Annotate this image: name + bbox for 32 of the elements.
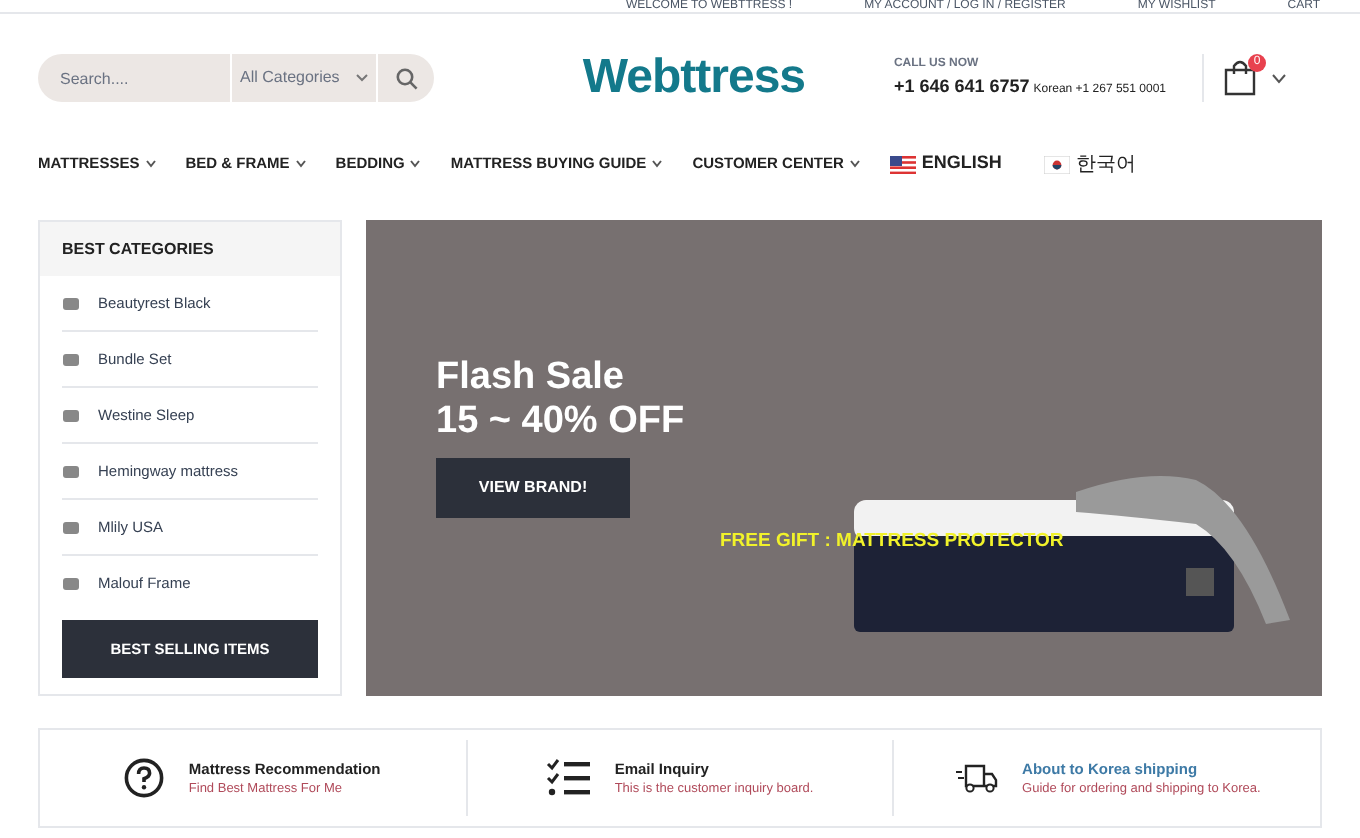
banner-title: Flash Sale [436, 356, 626, 400]
checklist-icon [546, 758, 591, 798]
search-button[interactable] [376, 54, 434, 102]
brand-logo-icon [62, 463, 80, 479]
search-field[interactable]: Search.... [38, 54, 230, 102]
question-icon [124, 758, 165, 798]
shopping-bag-icon [1224, 60, 1256, 96]
view-brand-button[interactable]: VIEW BRAND! [436, 458, 630, 518]
logo[interactable]: Webttress [582, 42, 806, 114]
nav-link[interactable]: ENGLISH [889, 150, 1002, 178]
chevron-down-icon[interactable] [1272, 73, 1286, 83]
category-dropdown[interactable]: All Categories [230, 54, 376, 102]
chevron-down-icon [295, 160, 306, 168]
banner-subtitle: 15 ~ 40% OFF [436, 400, 685, 444]
search-icon [395, 67, 417, 89]
nav-link[interactable]: 한국어 [1043, 149, 1136, 179]
korea-flag-icon [1043, 155, 1070, 173]
brand-logo-icon [62, 351, 80, 367]
brand-logo-icon [62, 576, 80, 592]
chevron-down-icon [849, 160, 860, 168]
us-flag-icon [889, 155, 916, 173]
chevron-down-icon [145, 160, 156, 168]
brand-logo-icon [62, 519, 80, 535]
brand-logo-icon [62, 407, 80, 423]
brand-logo-icon [62, 295, 80, 311]
truck-icon [954, 762, 999, 794]
chevron-down-icon [410, 160, 421, 168]
chevron-down-icon [355, 74, 368, 82]
panel-title: BEST CATEGORIES [62, 237, 214, 261]
free-gift-text: FREE GIFT : MATTRESS PROTECTOR [720, 528, 1064, 556]
phone-number: +1 646 641 6757 [893, 73, 1030, 100]
chevron-down-icon [652, 160, 663, 168]
